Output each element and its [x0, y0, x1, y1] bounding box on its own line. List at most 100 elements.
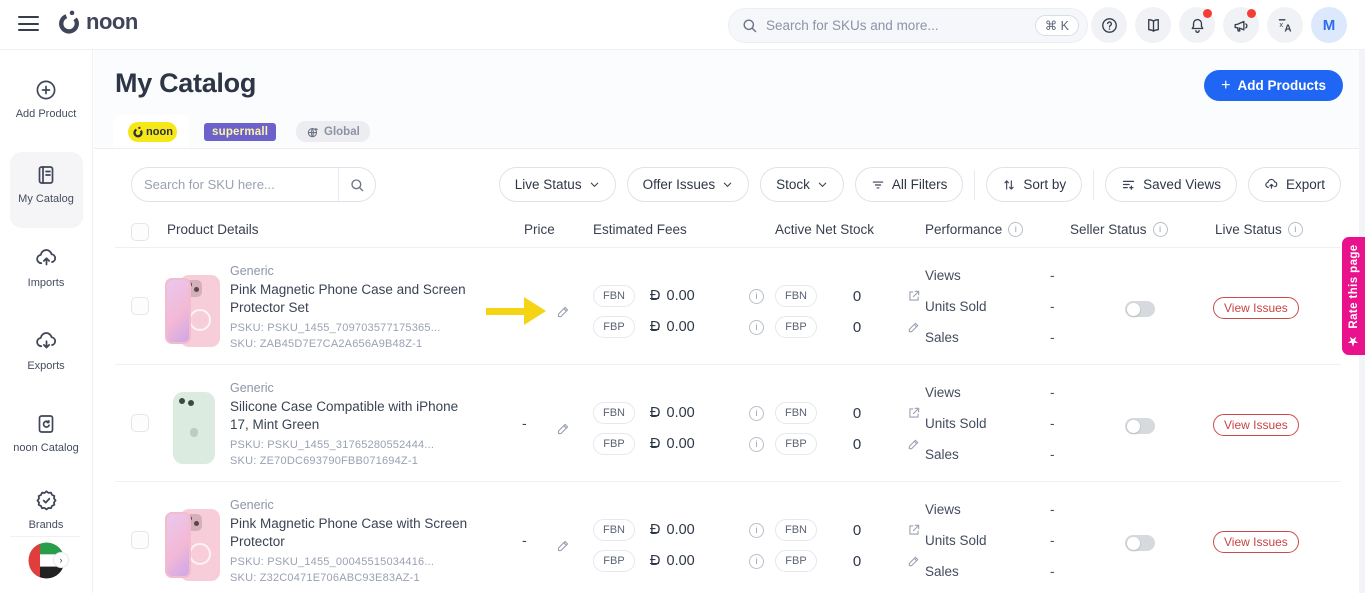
product-psku: PSKU: PSKU_1455_00045515034416...: [230, 556, 435, 568]
svg-text:x: x: [1279, 20, 1283, 29]
catalog-panel: Live Status Offer Issues Stock All Filte…: [94, 148, 1365, 593]
info-icon[interactable]: i: [1287, 222, 1303, 237]
external-link-icon[interactable]: [907, 406, 921, 420]
edit-stock-icon[interactable]: [907, 320, 921, 334]
country-selector[interactable]: ›: [28, 542, 69, 579]
product-image[interactable]: [165, 509, 222, 582]
perf-value: -: [1050, 447, 1055, 462]
fbn-badge: FBN: [775, 285, 817, 307]
edit-price-icon[interactable]: [556, 538, 571, 553]
info-icon[interactable]: i: [1152, 222, 1168, 237]
view-issues-button[interactable]: View Issues: [1213, 414, 1299, 436]
help-button[interactable]: [1091, 7, 1127, 43]
seller-status-toggle[interactable]: [1125, 418, 1155, 434]
export-icon: [1265, 178, 1278, 189]
dirham-symbol: Ð: [650, 553, 661, 569]
sidebar-item-imports[interactable]: Imports: [6, 246, 86, 289]
all-filters-button[interactable]: All Filters: [854, 167, 964, 202]
info-icon[interactable]: i: [749, 288, 764, 304]
noon-logo[interactable]: noon: [56, 9, 138, 35]
perf-value: -: [1050, 385, 1055, 400]
info-icon[interactable]: i: [749, 319, 764, 335]
row-checkbox[interactable]: [131, 297, 149, 315]
sidebar-item-noon-catalog[interactable]: noon Catalog: [6, 412, 86, 454]
fee-value: 0.00: [666, 288, 695, 304]
seller-status-toggle[interactable]: [1125, 301, 1155, 317]
edit-stock-icon[interactable]: [907, 437, 921, 451]
guide-button[interactable]: [1135, 7, 1171, 43]
search-icon: [743, 19, 757, 33]
catalog-table: Product Details Price Estimated Fees Act…: [115, 219, 1341, 593]
perf-label: Views: [925, 268, 961, 283]
col-price: Price: [524, 222, 555, 237]
fee-line-fbp: FBP Ð 0.00 i: [593, 316, 764, 338]
tab-label: Global: [324, 125, 360, 138]
info-icon[interactable]: i: [749, 436, 764, 452]
view-issues-button[interactable]: View Issues: [1213, 297, 1299, 319]
sidebar-item-label: My Catalog: [18, 193, 74, 205]
product-title[interactable]: Silicone Case Compatible with iPhone 17,…: [230, 398, 470, 433]
external-link-icon[interactable]: [907, 289, 921, 303]
global-search[interactable]: ⌘ K: [728, 8, 1088, 43]
info-icon[interactable]: i: [749, 553, 764, 569]
row-checkbox[interactable]: [131, 531, 149, 549]
notifications-button[interactable]: [1179, 7, 1215, 43]
rate-this-page-tab[interactable]: ★ Rate this page: [1342, 237, 1365, 355]
tab-global[interactable]: Global: [296, 121, 370, 142]
performance-cell: Views - Units Sold - Sales -: [925, 377, 1085, 470]
edit-price-icon[interactable]: [556, 421, 571, 436]
product-sku: SKU: ZE70DC693790FBB071694Z-1: [230, 455, 419, 467]
info-icon[interactable]: i: [749, 522, 764, 538]
info-icon[interactable]: i: [749, 405, 764, 421]
stock-filter[interactable]: Stock: [760, 167, 844, 202]
row-checkbox[interactable]: [131, 414, 149, 432]
external-link-icon[interactable]: [907, 523, 921, 537]
perf-value: -: [1050, 502, 1055, 517]
perf-label: Sales: [925, 330, 959, 345]
sort-by-button[interactable]: Sort by: [986, 167, 1083, 202]
product-details: Generic Pink Magnetic Phone Case and Scr…: [230, 264, 470, 350]
global-search-input[interactable]: [766, 18, 1035, 33]
product-brand: Generic: [230, 264, 274, 278]
tab-noon[interactable]: noon: [128, 122, 177, 142]
fee-value: 0.00: [666, 553, 695, 569]
edit-stock-icon[interactable]: [907, 554, 921, 568]
sidebar-item-brands[interactable]: Brands: [6, 488, 86, 531]
export-button[interactable]: Export: [1247, 167, 1341, 202]
select-all-checkbox[interactable]: [131, 223, 149, 241]
table-row: Generic Pink Magnetic Phone Case and Scr…: [115, 248, 1341, 365]
announcements-button[interactable]: [1223, 7, 1259, 43]
sidebar-item-add-product[interactable]: Add Product: [6, 78, 86, 120]
product-image[interactable]: [165, 392, 222, 465]
filter-bar: Live Status Offer Issues Stock All Filte…: [498, 167, 1341, 202]
product-image[interactable]: [165, 275, 222, 348]
saved-views-icon: [1123, 180, 1135, 190]
avatar[interactable]: M: [1311, 7, 1347, 43]
tab-supermall[interactable]: supermall: [204, 123, 277, 141]
info-icon[interactable]: i: [1008, 222, 1024, 237]
sidebar-item-exports[interactable]: Exports: [6, 329, 86, 372]
edit-price-icon[interactable]: [556, 304, 571, 319]
performance-cell: Views - Units Sold - Sales -: [925, 494, 1085, 587]
product-title[interactable]: Pink Magnetic Phone Case and Screen Prot…: [230, 281, 470, 316]
live-status-filter[interactable]: Live Status: [498, 167, 616, 202]
view-issues-button[interactable]: View Issues: [1213, 531, 1299, 553]
price-value: -: [522, 532, 527, 548]
offer-issues-filter[interactable]: Offer Issues: [626, 167, 750, 202]
dirham-symbol: Ð: [650, 288, 661, 304]
hamburger-menu-icon[interactable]: [18, 16, 39, 33]
seller-status-toggle[interactable]: [1125, 535, 1155, 551]
add-products-button[interactable]: + Add Products: [1204, 70, 1343, 101]
sku-search-input[interactable]: [132, 177, 338, 192]
fee-line-fbn: FBN Ð 0.00 i: [593, 519, 764, 541]
product-title[interactable]: Pink Magnetic Phone Case with Screen Pro…: [230, 515, 470, 550]
add-circle-icon: [36, 80, 56, 100]
star-icon: ★: [1347, 333, 1360, 349]
fbn-badge: FBN: [775, 402, 817, 424]
language-button[interactable]: x A: [1267, 7, 1303, 43]
sku-search-button[interactable]: [338, 168, 375, 201]
keyboard-shortcut-badge: ⌘ K: [1034, 15, 1079, 36]
sidebar-item-my-catalog[interactable]: My Catalog: [6, 163, 86, 205]
stock-value: 0: [852, 318, 862, 336]
saved-views-button[interactable]: Saved Views: [1105, 167, 1237, 202]
